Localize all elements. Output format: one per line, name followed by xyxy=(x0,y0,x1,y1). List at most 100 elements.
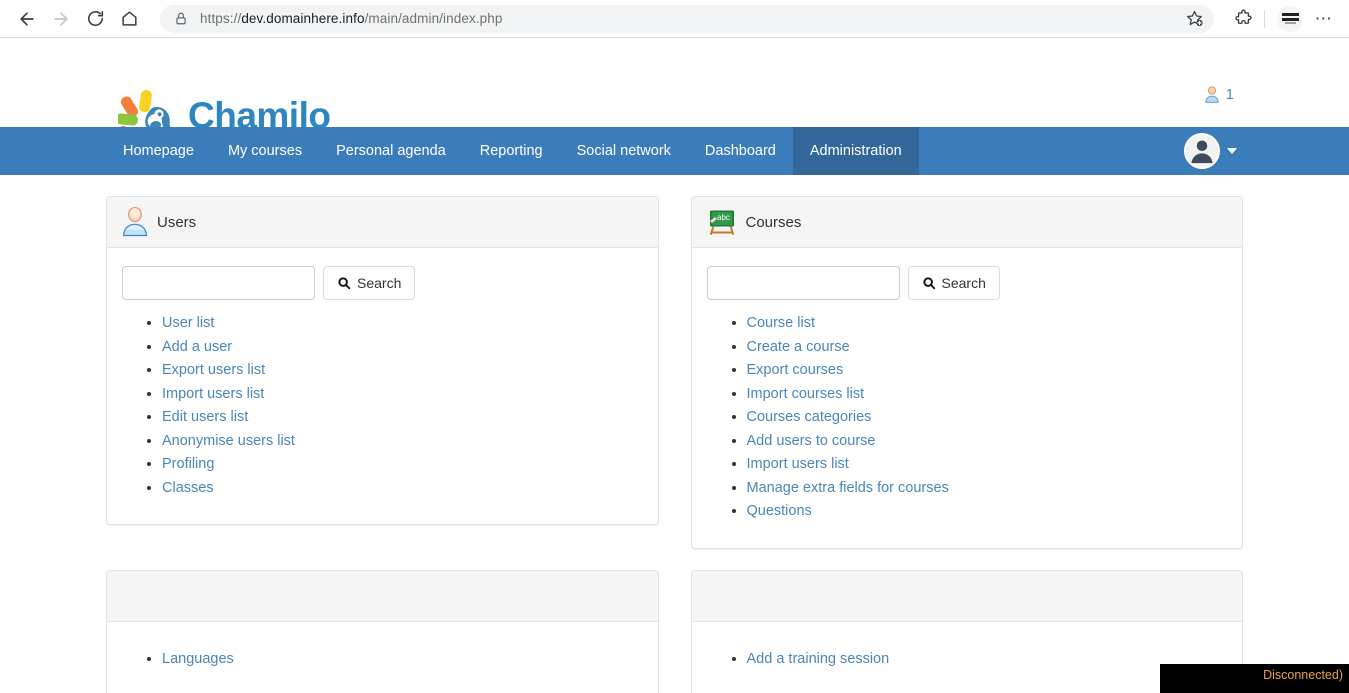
list-item: Export courses xyxy=(747,361,1228,379)
courses-column: abc Courses Search • Course list • Creat… xyxy=(690,196,1243,549)
page-viewport: Chamilo E-Learning & Collaboration Softw… xyxy=(0,38,1349,693)
link-questions[interactable]: Questions xyxy=(747,503,812,519)
list-item: Add users to course xyxy=(747,432,1228,450)
toolbar-divider xyxy=(1264,9,1265,28)
link-export-courses[interactable]: Export courses xyxy=(747,362,844,378)
platform-panel: Languages xyxy=(106,569,659,693)
courses-panel: abc Courses Search • Course list • Creat… xyxy=(690,196,1243,549)
link-languages[interactable]: Languages xyxy=(162,651,234,667)
forward-button[interactable] xyxy=(44,2,78,36)
link-import-users-list[interactable]: Import users list xyxy=(162,386,264,402)
chevron-down-icon xyxy=(1227,148,1237,154)
platform-panel-body: Languages xyxy=(107,622,658,693)
url-path: /main/admin/index.php xyxy=(364,11,503,26)
nav-item-reporting[interactable]: Reporting xyxy=(463,127,560,175)
admin-content: Users Search User list Add a user xyxy=(0,175,1349,693)
list-item: Classes xyxy=(162,479,643,497)
courses-search-input[interactable] xyxy=(706,266,900,300)
link-user-list[interactable]: User list xyxy=(162,315,214,331)
chalkboard-icon: abc xyxy=(708,210,734,235)
users-panel-title: Users xyxy=(157,213,197,231)
menu-dots: ⋯ xyxy=(1314,9,1334,28)
admin-row-2: Languages Add a training session xyxy=(106,549,1243,693)
courses-search-button[interactable]: Search xyxy=(907,266,1000,300)
list-item: Add a user xyxy=(162,338,643,356)
svg-text:abc: abc xyxy=(717,213,730,222)
online-users-count: 1 xyxy=(1225,86,1234,103)
list-item: Anonymise users list xyxy=(162,432,643,450)
extensions-icon[interactable] xyxy=(1228,4,1258,34)
profile-icon[interactable] xyxy=(1277,5,1303,32)
platform-link-list: Languages xyxy=(122,650,643,668)
main-navigation: Homepage My courses Personal agenda Repo… xyxy=(0,127,1349,175)
users-panel-body: Search User list Add a user Export users… xyxy=(107,248,658,524)
search-icon xyxy=(922,277,935,290)
home-button[interactable] xyxy=(112,2,146,36)
list-item: Edit users list xyxy=(162,408,643,426)
connection-status-text: Disconnected) xyxy=(1263,668,1343,682)
avatar xyxy=(1184,133,1220,169)
list-item: User list xyxy=(162,314,643,332)
users-search-row: Search xyxy=(122,266,643,300)
online-users-indicator[interactable]: 1 xyxy=(1204,86,1234,103)
courses-panel-title: Courses xyxy=(745,213,802,231)
nav-items: Homepage My courses Personal agenda Repo… xyxy=(106,127,919,175)
link-anonymise-users-list[interactable]: Anonymise users list xyxy=(162,433,295,449)
link-course-list[interactable]: Course list xyxy=(747,315,816,331)
link-import-courses-list[interactable]: Import courses list xyxy=(747,386,865,402)
list-item: Course list xyxy=(747,314,1228,332)
nav-item-social-network[interactable]: Social network xyxy=(560,127,688,175)
link-create-a-course[interactable]: Create a course xyxy=(747,339,850,355)
nav-item-administration[interactable]: Administration xyxy=(792,127,919,175)
users-search-button[interactable]: Search xyxy=(323,266,416,300)
users-column: Users Search User list Add a user xyxy=(106,196,659,549)
list-item: Courses categories xyxy=(747,408,1228,426)
bookmark-icon[interactable] xyxy=(1179,9,1204,28)
users-link-list: User list Add a user Export users list I… xyxy=(122,314,643,497)
nav-item-my-courses[interactable]: My courses xyxy=(211,127,319,175)
link-export-users-list[interactable]: Export users list xyxy=(162,362,265,378)
nav-item-dashboard[interactable]: Dashboard xyxy=(688,127,793,175)
list-item: Import users list xyxy=(747,455,1228,473)
link-profiling[interactable]: Profiling xyxy=(162,456,214,472)
link-courses-categories[interactable]: Courses categories xyxy=(747,409,872,425)
list-item: Questions xyxy=(747,502,1228,520)
courses-panel-header: abc Courses xyxy=(691,197,1242,248)
link-edit-users-list[interactable]: Edit users list xyxy=(162,409,248,425)
link-manage-extra-fields-for-courses[interactable]: Manage extra fields for courses xyxy=(747,480,949,496)
lock-icon xyxy=(174,11,188,26)
user-icon xyxy=(122,207,148,237)
nav-item-personal-agenda[interactable]: Personal agenda xyxy=(319,127,463,175)
courses-link-list: Course list Create a course Export cours… xyxy=(707,314,1228,520)
address-bar[interactable]: https://dev.domainhere.info/main/admin/i… xyxy=(160,4,1214,33)
site-header: Chamilo E-Learning & Collaboration Softw… xyxy=(0,38,1349,146)
courses-panel-body: Search Course list Create a course Expor… xyxy=(692,248,1243,548)
link-import-users-list-courses[interactable]: Import users list xyxy=(747,456,849,472)
user-menu[interactable] xyxy=(1184,127,1237,175)
reload-button[interactable] xyxy=(78,2,112,36)
list-item: Languages xyxy=(162,650,643,668)
browser-menu-icon[interactable]: ⋯ xyxy=(1309,4,1339,34)
sessions-panel-header xyxy=(691,570,1242,622)
link-classes[interactable]: Classes xyxy=(162,480,214,496)
users-panel-header: Users xyxy=(107,197,658,248)
courses-search-button-label: Search xyxy=(941,275,986,291)
list-item: Export users list xyxy=(162,361,643,379)
search-icon xyxy=(338,277,351,290)
online-user-icon xyxy=(1205,86,1219,103)
nav-item-homepage[interactable]: Homepage xyxy=(106,127,211,175)
avatar-icon xyxy=(1186,135,1218,166)
users-search-input[interactable] xyxy=(122,266,315,300)
users-search-button-label: Search xyxy=(357,275,402,291)
profile-glyph xyxy=(1281,12,1299,25)
url-text: https://dev.domainhere.info/main/admin/i… xyxy=(200,11,1179,26)
link-add-users-to-course[interactable]: Add users to course xyxy=(747,433,876,449)
link-add-a-user[interactable]: Add a user xyxy=(162,339,232,355)
admin-row-1: Users Search User list Add a user xyxy=(106,175,1243,549)
url-host: dev.domainhere.info xyxy=(241,11,365,26)
back-button[interactable] xyxy=(10,2,44,36)
link-add-a-training-session[interactable]: Add a training session xyxy=(747,651,890,667)
browser-actions: ⋯ xyxy=(1222,4,1339,34)
connection-status-toast: Disconnected) xyxy=(1160,664,1349,693)
courses-search-row: Search xyxy=(706,266,1228,300)
